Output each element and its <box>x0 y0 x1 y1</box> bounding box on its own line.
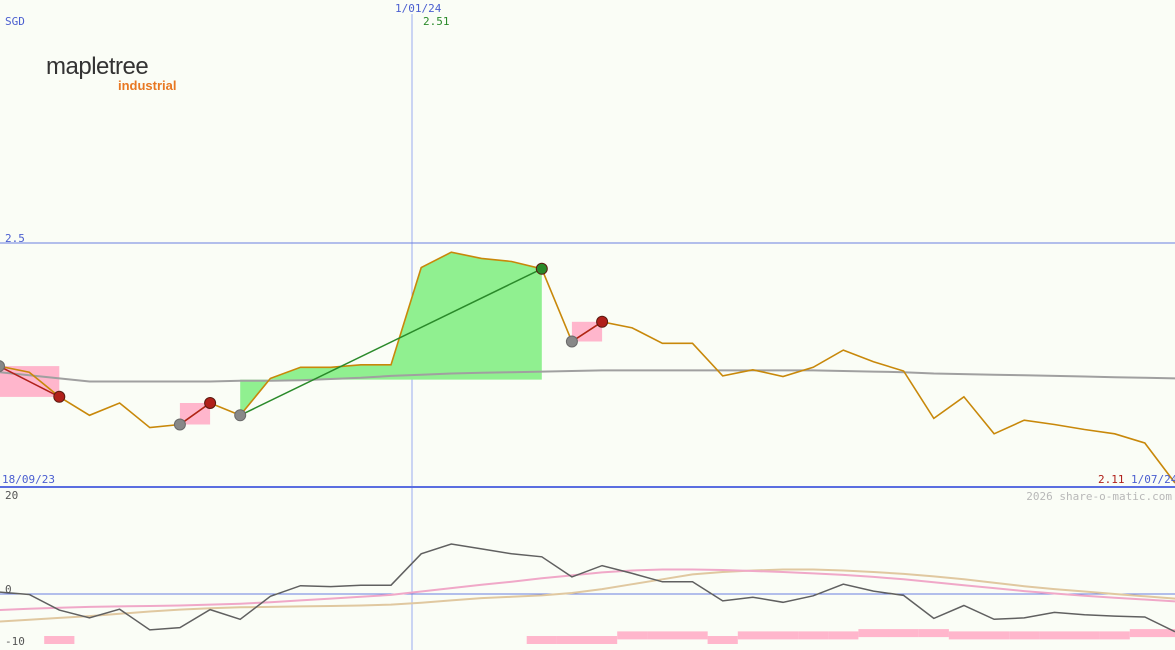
histogram-bar-22 <box>647 631 678 640</box>
logo-name: mapletree <box>46 53 148 80</box>
histogram-bar-34 <box>1009 631 1040 640</box>
histogram-bar-18 <box>526 636 557 644</box>
histogram-bar-30 <box>888 629 919 638</box>
histogram-bar-19 <box>556 636 587 644</box>
histogram-bar-36 <box>1069 631 1100 640</box>
exit-marker-0 <box>53 390 66 403</box>
histogram-bar-29 <box>858 629 889 638</box>
end-price-label: 2.11 <box>1098 473 1125 486</box>
exit-marker-1 <box>204 397 217 409</box>
mid-date-label: 1/01/24 <box>395 2 442 15</box>
indicator-tick-zero: 0 <box>5 583 12 596</box>
indicator-tick-top: 20 <box>5 489 18 502</box>
logo-sub: industrial <box>118 78 177 93</box>
histogram-bar-21 <box>617 631 648 640</box>
histogram-bar-28 <box>828 631 859 640</box>
entry-marker-3 <box>565 335 578 348</box>
histogram-bar-23 <box>677 631 708 640</box>
watermark: 2026 share-o-matic.com <box>1026 490 1172 503</box>
end-date-label: 1/07/24 <box>1131 473 1175 486</box>
start-price-label: 2.51 <box>423 15 450 28</box>
exit-marker-3 <box>596 315 609 328</box>
histogram-bar-20 <box>587 636 618 644</box>
histogram-bar-26 <box>767 631 799 640</box>
indicator-tick-bottom: -10 <box>5 635 25 648</box>
histogram-bar-24 <box>707 636 738 644</box>
histogram-bar-31 <box>918 629 949 638</box>
histogram-bar-27 <box>798 631 829 640</box>
histogram-bar-35 <box>1039 631 1070 640</box>
exit-marker-2 <box>535 262 548 275</box>
histogram-bar-37 <box>1099 631 1130 640</box>
start-date-label: 18/09/23 <box>2 473 55 486</box>
ref-line-label: 2.5 <box>5 232 25 245</box>
entry-marker-2 <box>234 409 247 422</box>
currency-label: SGD <box>5 15 25 28</box>
histogram-bar-38 <box>1129 629 1160 638</box>
histogram-bar-25 <box>737 631 768 640</box>
histogram-bar-2 <box>44 636 75 644</box>
stock-chart: mapletree industrial SGD 1/01/24 2.51 2.… <box>0 0 1175 650</box>
entry-marker-1 <box>173 418 186 431</box>
chart-stage: mapletree industrial SGD 1/01/24 2.51 2.… <box>0 0 1175 650</box>
histogram-bar-32 <box>948 631 979 640</box>
histogram-bar-33 <box>979 631 1010 640</box>
